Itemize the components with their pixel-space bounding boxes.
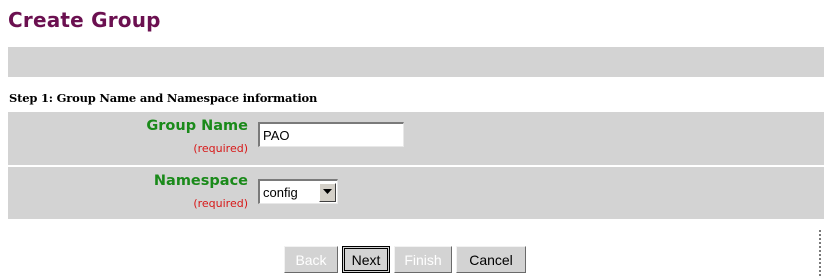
namespace-label: Namespace xyxy=(153,173,248,189)
chevron-down-icon xyxy=(323,189,332,194)
namespace-select-value: config xyxy=(263,184,298,200)
cancel-button[interactable]: Cancel xyxy=(456,246,526,273)
back-button[interactable]: Back xyxy=(284,246,338,273)
namespace-row: Namespace (required) config xyxy=(8,167,824,219)
namespace-label-cell: Namespace (required) xyxy=(154,172,248,210)
group-name-required-note: (required) xyxy=(193,142,248,155)
wizard-button-bar: Back Next Finish Cancel xyxy=(284,246,526,273)
next-button[interactable]: Next xyxy=(342,246,390,273)
page-title: Create Group xyxy=(8,8,161,32)
group-name-label: Group Name xyxy=(146,118,248,134)
namespace-select[interactable]: config xyxy=(258,179,338,204)
group-name-label-cell: Group Name (required) xyxy=(146,117,248,155)
dropdown-arrow-button[interactable] xyxy=(319,182,336,202)
group-name-input[interactable] xyxy=(258,122,404,147)
frame-resize-handle[interactable] xyxy=(819,230,822,276)
group-name-row: Group Name (required) xyxy=(8,112,824,165)
namespace-required-note: (required) xyxy=(193,197,248,210)
finish-button[interactable]: Finish xyxy=(394,246,452,273)
header-bar xyxy=(8,47,824,77)
step-title: Step 1: Group Name and Namespace informa… xyxy=(9,91,318,105)
